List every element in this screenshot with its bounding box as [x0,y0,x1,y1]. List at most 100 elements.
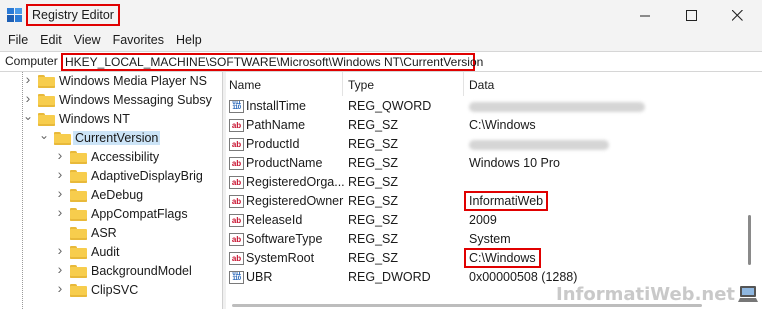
value-type: REG_SZ [348,213,399,227]
value-data-text: C:\Windows [469,118,536,132]
folder-icon [38,94,55,107]
tree-item-label: AeDebug [91,188,144,202]
address-path[interactable]: HKEY_LOCAL_MACHINE\SOFTWARE\Microsoft\Wi… [61,53,483,71]
string-value-icon: ab [229,138,244,151]
value-data-text: C:\Windows [464,248,541,268]
maximize-icon [685,9,697,21]
folder-icon [54,132,71,145]
value-row[interactable]: ab SystemRoot REG_SZ C:\Windows [226,248,762,268]
folder-icon [70,170,87,183]
column-divider[interactable] [463,72,464,96]
tree-item[interactable]: › Accessibility [0,148,222,167]
string-value-icon: ab [229,252,244,265]
value-row[interactable]: ab RegisteredOrga... REG_SZ [226,173,762,192]
tree-item-label: Windows NT [59,112,130,126]
tree-item[interactable]: › ClipSVC [0,281,222,300]
value-row[interactable]: ab ReleaseId REG_SZ 2009 [226,211,762,230]
blurred-data [469,140,609,150]
column-divider[interactable] [342,72,343,96]
minimize-button[interactable] [622,0,668,30]
column-data[interactable]: Data [469,78,494,92]
chevron-right-icon[interactable]: › [22,91,34,105]
value-type: REG_SZ [348,175,399,189]
value-type: REG_SZ [348,118,399,132]
watermark: InformatiWeb.net [556,284,736,305]
tree-item[interactable]: › Windows Media Player NS [0,72,222,91]
value-type: REG_SZ [348,156,399,170]
folder-icon [70,246,87,259]
chevron-down-icon[interactable]: ⌄ [38,129,50,141]
tree-item-label: AdaptiveDisplayBrig [91,169,203,183]
value-type: REG_SZ [348,137,399,151]
tree-item[interactable]: › AeDebug [0,186,222,205]
folder-icon [70,189,87,202]
vertical-scrollbar[interactable] [748,215,751,265]
tree-item-label: Windows Messaging Subsy [59,93,212,107]
column-header: Name Type Data [226,72,762,96]
value-row[interactable]: ab PathName REG_SZ C:\Windows [226,116,762,135]
value-row[interactable]: 011 110 InstallTime REG_QWORD [226,97,762,116]
value-type: REG_DWORD [348,270,431,284]
menu-help[interactable]: Help [170,30,208,51]
string-value-icon: ab [229,214,244,227]
folder-icon [70,227,87,240]
menu-edit[interactable]: Edit [34,30,68,51]
tree-item[interactable]: › AppCompatFlags [0,205,222,224]
highlighted-value-data: InformatiWeb [464,191,549,211]
watermark-logo [738,286,758,302]
value-type: REG_SZ [348,194,399,208]
folder-icon [38,75,55,88]
value-row[interactable]: ab ProductId REG_SZ [226,135,762,154]
binary-value-icon: 011 110 [229,100,244,113]
tree-item[interactable]: › AdaptiveDisplayBrig [0,167,222,186]
value-row[interactable]: ab RegisteredOwner REG_SZ InformatiWeb [226,191,762,211]
folder-icon [70,265,87,278]
value-data: 0x00000508 (1288) [469,270,577,284]
tree-item[interactable]: › Audit [0,243,222,262]
chevron-right-icon[interactable]: › [54,205,66,219]
tree-item-label: ASR [91,226,117,240]
minimize-icon [639,15,650,16]
tree-item-label: ClipSVC [91,283,139,297]
menu-file[interactable]: File [2,30,34,51]
chevron-right-icon[interactable]: › [54,186,66,200]
chevron-right-icon[interactable]: › [54,243,66,257]
tree-item[interactable]: ⌄ Windows NT [0,110,222,129]
tree-item[interactable]: ASR [0,224,222,243]
value-data: C:\Windows [469,118,536,132]
folder-icon [70,208,87,221]
value-type: REG_SZ [348,251,399,265]
string-value-icon: ab [229,157,244,170]
column-type[interactable]: Type [348,78,374,92]
chevron-right-icon[interactable]: › [54,167,66,181]
value-row[interactable]: ab ProductName REG_SZ Windows 10 Pro [226,154,762,173]
value-data-text: InformatiWeb [464,191,549,211]
chevron-down-icon[interactable]: ⌄ [22,110,34,122]
string-value-icon: ab [229,195,244,208]
value-data: System [469,232,511,246]
value-type: REG_QWORD [348,99,432,113]
menu-favorites[interactable]: Favorites [107,30,170,51]
title-bar[interactable]: Registry Editor [0,0,762,30]
tree-item-label: Audit [91,245,120,259]
maximize-button[interactable] [668,0,714,30]
key-tree[interactable]: › Windows Media Player NS › Windows Messagi… [0,72,222,309]
tree-item[interactable]: › BackgroundModel [0,262,222,281]
value-data: 2009 [469,213,497,227]
values-list[interactable]: Name Type Data 011 110 InstallTime REG_QWO… [226,72,762,309]
tree-item-label: Windows Media Player NS [59,74,207,88]
tree-item[interactable]: ⌄ CurrentVersion [0,129,222,148]
value-data: Windows 10 Pro [469,156,560,170]
value-row[interactable]: ab SoftwareType REG_SZ System [226,230,762,249]
menu-view[interactable]: View [68,30,107,51]
chevron-right-icon[interactable]: › [54,281,66,295]
folder-icon [70,151,87,164]
chevron-right-icon[interactable]: › [54,262,66,276]
chevron-right-icon[interactable]: › [54,148,66,162]
chevron-right-icon[interactable]: › [22,72,34,86]
column-name[interactable]: Name [229,78,261,92]
highlighted-value-data: C:\Windows [464,248,541,268]
tree-item[interactable]: › Windows Messaging Subsy [0,91,222,110]
close-button[interactable] [714,0,760,30]
address-bar[interactable]: Computer HKEY_LOCAL_MACHINE\SOFTWARE\Mic… [0,51,762,72]
